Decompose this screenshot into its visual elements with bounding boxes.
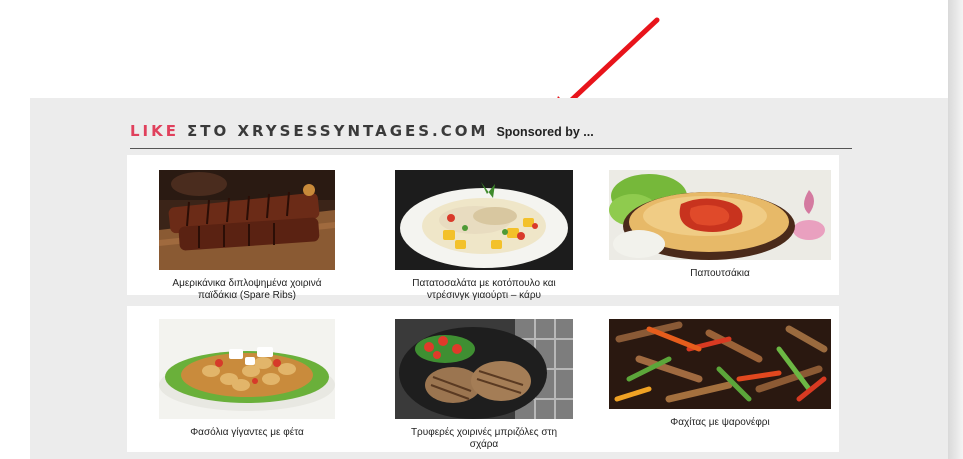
like-label[interactable]: LIKE [130,122,179,140]
recipe-title[interactable]: Τρυφερές χοιρινές μπριζόλες στη σχάρα [395,427,573,451]
recipe-card[interactable]: Παπουτσάκια [609,170,831,280]
potato-salad-image[interactable] [395,170,573,270]
recipe-row: Φασόλια γίγαντες με φέτα Τρυφερές χοιριν… [127,306,839,452]
recipe-title[interactable]: Αμερικάνικα διπλοψημένα χοιρινά παϊδάκια… [159,278,335,302]
recipe-card[interactable]: Πατατοσαλάτα με κοτόπουλο και ντρέσινγκ … [395,170,573,302]
recipe-row: Αμερικάνικα διπλοψημένα χοιρινά παϊδάκια… [127,155,839,301]
recipe-card[interactable]: Φασόλια γίγαντες με φέτα [159,319,335,439]
recipe-title[interactable]: Παπουτσάκια [609,268,831,280]
recipe-card[interactable]: Φαχίτας με ψαρονέφρι [609,319,831,429]
recipe-card[interactable]: Αμερικάνικα διπλοψημένα χοιρινά παϊδάκια… [159,170,335,302]
fajitas-image[interactable] [609,319,831,409]
ribs-image[interactable] [159,170,335,270]
site-name-label[interactable]: ΣΤΟ XRYSESSYNTAGES.COM [187,122,488,140]
recipe-title[interactable]: Πατατοσαλάτα με κοτόπουλο και ντρέσινγκ … [395,278,573,302]
recipe-title[interactable]: Φαχίτας με ψαρονέφρι [609,417,831,429]
widget-header: LIKE ΣΤΟ XRYSESSYNTAGES.COM Sponsored by… [130,122,594,146]
header-divider [130,148,852,149]
pork-chops-image[interactable] [395,319,573,419]
page-edge-shadow [948,0,963,459]
papoutsakia-image[interactable] [609,170,831,260]
recipe-card[interactable]: Τρυφερές χοιρινές μπριζόλες στη σχάρα [395,319,573,451]
beans-image[interactable] [159,319,335,419]
recipe-title[interactable]: Φασόλια γίγαντες με φέτα [159,427,335,439]
sponsored-label: Sponsored by ... [496,125,594,139]
recipe-widget: LIKE ΣΤΟ XRYSESSYNTAGES.COM Sponsored by… [30,98,948,459]
